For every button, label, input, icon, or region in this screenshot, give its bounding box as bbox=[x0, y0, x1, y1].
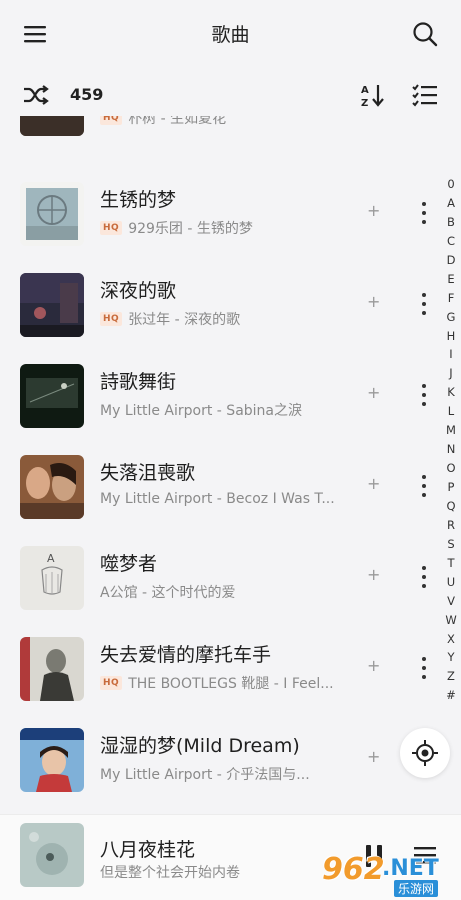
album-art bbox=[20, 455, 84, 519]
add-to-queue-button[interactable]: + bbox=[367, 292, 380, 311]
locate-current-button[interactable] bbox=[400, 728, 450, 778]
svg-text:A: A bbox=[47, 552, 55, 565]
add-to-queue-button[interactable]: + bbox=[367, 565, 380, 584]
alpha-index-item[interactable]: Y bbox=[442, 650, 460, 669]
song-title: 失去爱情的摩托车手 bbox=[100, 644, 272, 666]
song-subtitle: A公馆 - 这个时代的爱 bbox=[100, 585, 236, 601]
page-title: 歌曲 bbox=[211, 24, 250, 46]
alpha-index-item[interactable]: U bbox=[442, 575, 460, 594]
song-title: 失落沮喪歌 bbox=[100, 462, 196, 484]
site-watermark-logo: 962 .NET 乐游网 bbox=[322, 852, 439, 897]
more-options-icon[interactable] bbox=[418, 200, 430, 226]
alpha-index-item[interactable]: P bbox=[442, 480, 460, 499]
alpha-index-item[interactable]: E bbox=[442, 272, 460, 291]
alpha-index-item[interactable]: B bbox=[442, 215, 460, 234]
add-to-queue-button[interactable]: + bbox=[367, 474, 380, 493]
alpha-index-item[interactable]: T bbox=[442, 556, 460, 575]
now-playing-subtitle: 但是整个社会开始内卷 bbox=[100, 865, 240, 881]
alpha-index-item[interactable]: R bbox=[442, 518, 460, 537]
alpha-index-item[interactable]: W bbox=[442, 613, 460, 632]
alpha-index-item[interactable]: J bbox=[442, 366, 460, 385]
song-title: 湿湿的梦(Mild Dream) bbox=[100, 735, 300, 757]
song-list[interactable]: HQ朴树 - 生如夏花 + 生锈的梦 HQ929乐团 - 生锈的梦 + 深夜的歌… bbox=[0, 116, 461, 816]
album-art bbox=[20, 728, 84, 792]
alpha-index-item[interactable]: K bbox=[442, 385, 460, 404]
alpha-index-item[interactable]: F bbox=[442, 291, 460, 310]
song-title: 噬梦者 bbox=[100, 553, 158, 575]
song-subtitle: My Little Airport - 介乎法国与... bbox=[100, 767, 310, 783]
hq-badge: HQ bbox=[100, 676, 123, 690]
song-subtitle: HQ 张过年 - 深夜的歌 bbox=[100, 309, 335, 329]
hq-badge: HQ bbox=[100, 116, 123, 125]
song-title: 深夜的歌 bbox=[100, 280, 177, 302]
alpha-index-item[interactable]: Q bbox=[442, 499, 460, 518]
album-art: A bbox=[20, 546, 84, 610]
sort-alpha-icon[interactable]: AZ bbox=[359, 81, 387, 109]
alpha-index-item[interactable]: I bbox=[442, 347, 460, 366]
more-options-icon[interactable] bbox=[418, 473, 430, 499]
svg-text:A: A bbox=[361, 85, 369, 96]
add-to-queue-button[interactable]: + bbox=[367, 656, 380, 675]
album-art bbox=[20, 116, 84, 136]
song-row[interactable]: A 噬梦者 A公馆 - 这个时代的爱 + bbox=[0, 532, 440, 623]
alphabet-index[interactable]: 0 A B C D E F G H I J K L M N O P Q R S … bbox=[442, 177, 460, 707]
alpha-index-item[interactable]: H bbox=[442, 329, 460, 348]
more-options-icon[interactable] bbox=[418, 291, 430, 317]
alpha-index-item[interactable]: S bbox=[442, 537, 460, 556]
song-title: 詩歌舞街 bbox=[100, 371, 177, 393]
search-icon[interactable] bbox=[411, 20, 439, 48]
album-art bbox=[20, 273, 84, 337]
song-row[interactable]: 失去爱情的摩托车手 HQ THE BOOTLEGS 靴腿 - I Feel... … bbox=[0, 623, 440, 714]
alpha-index-item[interactable]: # bbox=[442, 688, 460, 707]
add-to-queue-button[interactable]: + bbox=[367, 383, 380, 402]
shuffle-icon[interactable] bbox=[22, 83, 50, 107]
more-options-icon[interactable] bbox=[418, 655, 430, 681]
alpha-index-item[interactable]: M bbox=[442, 423, 460, 442]
top-app-bar: 歌曲 bbox=[0, 0, 461, 70]
alpha-index-item[interactable]: A bbox=[442, 196, 460, 215]
song-row[interactable]: 湿湿的梦(Mild Dream) My Little Airport - 介乎法… bbox=[0, 714, 440, 805]
alpha-index-item[interactable]: V bbox=[442, 594, 460, 613]
more-options-icon[interactable] bbox=[418, 564, 430, 590]
alpha-index-item[interactable]: O bbox=[442, 461, 460, 480]
hq-badge: HQ bbox=[100, 312, 123, 326]
alpha-index-item[interactable]: L bbox=[442, 404, 460, 423]
album-art bbox=[20, 182, 84, 246]
song-count: 459 bbox=[70, 85, 104, 104]
multi-select-icon[interactable] bbox=[411, 82, 439, 108]
song-subtitle: HQ 朴树 - 生如夏花 bbox=[100, 116, 335, 128]
add-to-queue-button[interactable]: + bbox=[367, 201, 380, 220]
add-to-queue-button[interactable]: + bbox=[367, 747, 380, 766]
alpha-index-item[interactable]: X bbox=[442, 632, 460, 651]
album-art bbox=[20, 637, 84, 701]
hq-badge: HQ bbox=[100, 221, 123, 235]
alpha-index-item[interactable]: Z bbox=[442, 669, 460, 688]
alpha-index-item[interactable]: D bbox=[442, 253, 460, 272]
song-subtitle: HQ 929乐团 - 生锈的梦 bbox=[100, 218, 335, 238]
now-playing-album-art[interactable] bbox=[20, 823, 84, 887]
more-options-icon[interactable] bbox=[418, 382, 430, 408]
song-row[interactable]: 失落沮喪歌 My Little Airport - Becoz I Was T.… bbox=[0, 441, 440, 532]
now-playing-title: 八月夜桂花 bbox=[100, 839, 196, 861]
alpha-index-item[interactable]: 0 bbox=[442, 177, 460, 196]
song-title: 生锈的梦 bbox=[100, 189, 177, 211]
alpha-index-item[interactable]: N bbox=[442, 442, 460, 461]
song-row[interactable]: 詩歌舞街 My Little Airport - Sabina之淚 + bbox=[0, 350, 440, 441]
song-subtitle: HQ THE BOOTLEGS 靴腿 - I Feel... bbox=[100, 673, 335, 693]
alpha-index-item[interactable]: C bbox=[442, 234, 460, 253]
list-toolbar: 459 AZ bbox=[0, 75, 461, 115]
song-subtitle: My Little Airport - Sabina之淚 bbox=[100, 403, 303, 419]
song-row[interactable]: HQ朴树 - 生如夏花 + bbox=[0, 116, 440, 149]
album-art bbox=[20, 364, 84, 428]
song-row[interactable]: 深夜的歌 HQ 张过年 - 深夜的歌 + bbox=[0, 259, 440, 350]
svg-text:Z: Z bbox=[361, 98, 368, 109]
alpha-index-item[interactable]: G bbox=[442, 310, 460, 329]
song-row[interactable]: 生锈的梦 HQ 929乐团 - 生锈的梦 + bbox=[0, 168, 440, 259]
crosshair-icon bbox=[412, 740, 438, 766]
song-subtitle: My Little Airport - Becoz I Was T... bbox=[100, 491, 335, 507]
